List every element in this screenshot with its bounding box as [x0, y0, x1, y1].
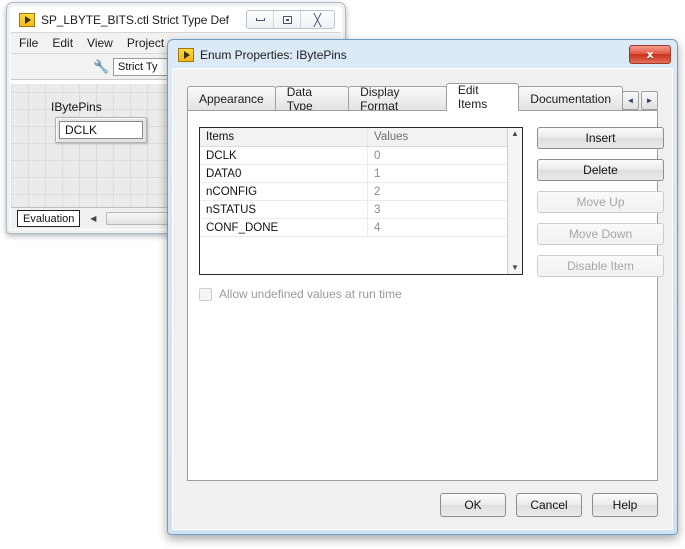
wrench-icon[interactable]: 🔧 [93, 59, 109, 74]
tab-nav-buttons: ◄ ► [622, 91, 658, 111]
scroll-down-arrow-icon[interactable]: ▼ [511, 264, 519, 272]
close-icon: x [646, 48, 654, 61]
tab-label: Display Format [360, 84, 400, 113]
scroll-up-arrow-icon[interactable]: ▲ [511, 130, 519, 138]
column-header-items: Items [200, 128, 368, 146]
dialog-titlebar[interactable]: Enum Properties: IBytePins x [170, 42, 675, 68]
dialog-tabstrip: Appearance Data Type Display Format Edit… [187, 83, 658, 113]
enum-control-value: DCLK [59, 121, 143, 139]
enum-control[interactable]: DCLK [55, 117, 147, 143]
item-value: 1 [374, 167, 381, 180]
evaluation-badge: Evaluation [17, 210, 81, 227]
items-table-grid: Items Values DCLK 0 DATA0 1 nCONFIG 2 nS… [200, 128, 507, 274]
allow-undefined-values-checkbox [199, 287, 212, 301]
minimize-button[interactable] [247, 11, 274, 28]
item-name: DCLK [200, 147, 368, 164]
menu-item-file[interactable]: File [19, 36, 38, 50]
items-table[interactable]: Items Values DCLK 0 DATA0 1 nCONFIG 2 nS… [199, 127, 523, 275]
restore-icon [282, 15, 292, 24]
move-down-button: Move Down [537, 223, 664, 245]
window-control-buttons: ╳ [246, 10, 335, 29]
labview-run-arrow-icon [19, 12, 35, 27]
menu-item-edit[interactable]: Edit [52, 36, 73, 50]
cancel-button[interactable]: Cancel [516, 493, 582, 517]
button-label: Help [612, 498, 638, 512]
restore-button[interactable] [274, 11, 301, 28]
item-name: DATA0 [200, 165, 368, 182]
button-label: Delete [583, 163, 618, 177]
dialog-close-button[interactable]: x [629, 45, 671, 64]
tab-label: Documentation [530, 91, 611, 106]
minimize-icon [255, 18, 265, 21]
dialog-footer-buttons: OK Cancel Help [440, 493, 658, 517]
help-button[interactable]: Help [592, 493, 658, 517]
scroll-left-arrow-icon[interactable]: ◀ [86, 212, 100, 226]
item-value: 2 [374, 185, 381, 198]
column-header-values: Values [374, 131, 409, 143]
close-icon: ╳ [313, 12, 322, 27]
button-label: Insert [585, 131, 616, 145]
button-label: Disable Item [567, 259, 634, 273]
button-label: Move Down [568, 227, 633, 241]
item-value: 0 [374, 149, 381, 162]
tab-appearance[interactable]: Appearance [187, 86, 276, 111]
item-value: 3 [374, 203, 381, 216]
menu-item-view[interactable]: View [87, 36, 113, 50]
chevron-right-icon: ► [645, 96, 654, 105]
enum-control-label: IBytePins [51, 100, 102, 114]
table-row[interactable]: nCONFIG 2 [200, 183, 507, 201]
disable-item-button: Disable Item [537, 255, 664, 277]
items-table-header: Items Values [200, 128, 507, 147]
table-row[interactable]: DATA0 1 [200, 165, 507, 183]
tab-label: Appearance [199, 91, 264, 106]
close-button[interactable]: ╳ [301, 11, 334, 28]
chevron-left-icon: ◄ [626, 96, 635, 105]
menu-item-project[interactable]: Project [127, 36, 164, 50]
table-row[interactable]: nSTATUS 3 [200, 201, 507, 219]
screen: SP_LBYTE_BITS.ctl Strict Type Def ╳ File… [0, 0, 685, 549]
edit-items-panel: Items Values DCLK 0 DATA0 1 nCONFIG 2 nS… [187, 110, 664, 481]
tab-label: Data Type [286, 84, 313, 113]
tab-display-format[interactable]: Display Format [348, 84, 447, 113]
tab-documentation[interactable]: Documentation [518, 86, 623, 111]
allow-undefined-values-row: Allow undefined values at run time [199, 287, 402, 301]
tab-label: Edit Items [457, 83, 488, 111]
labview-run-arrow-icon [178, 48, 194, 62]
dialog-body: Appearance Data Type Display Format Edit… [172, 68, 673, 530]
button-label: OK [464, 498, 482, 512]
delete-button[interactable]: Delete [537, 159, 664, 181]
item-name: nCONFIG [200, 183, 368, 200]
button-label: Cancel [530, 498, 568, 512]
dialog-title: Enum Properties: IBytePins [200, 48, 347, 62]
item-name: CONF_DONE [200, 219, 368, 236]
button-label: Move Up [576, 195, 625, 209]
tab-data-type[interactable]: Data Type [274, 84, 350, 113]
ok-button[interactable]: OK [440, 493, 506, 517]
table-row[interactable]: DCLK 0 [200, 147, 507, 165]
enum-properties-dialog: Enum Properties: IBytePins x Appearance … [167, 39, 678, 535]
tab-edit-items[interactable]: Edit Items [445, 83, 520, 111]
typedef-status-combo[interactable]: Strict Ty [113, 57, 175, 76]
labview-window-title: SP_LBYTE_BITS.ctl Strict Type Def [41, 12, 229, 27]
item-value: 4 [374, 221, 381, 234]
allow-undefined-values-label: Allow undefined values at run time [219, 287, 402, 301]
item-name: nSTATUS [200, 201, 368, 218]
items-action-buttons: Insert Delete Move Up Move Down Disable … [537, 127, 664, 277]
move-up-button: Move Up [537, 191, 664, 213]
items-vertical-scrollbar[interactable]: ▲ ▼ [507, 128, 522, 274]
tab-scroll-left-button[interactable]: ◄ [622, 91, 639, 110]
table-row[interactable]: CONF_DONE 4 [200, 219, 507, 237]
labview-window-titlebar[interactable]: SP_LBYTE_BITS.ctl Strict Type Def ╳ [11, 7, 341, 32]
tab-scroll-right-button[interactable]: ► [641, 91, 658, 110]
insert-button[interactable]: Insert [537, 127, 664, 149]
items-table-empty-area[interactable] [200, 237, 507, 274]
